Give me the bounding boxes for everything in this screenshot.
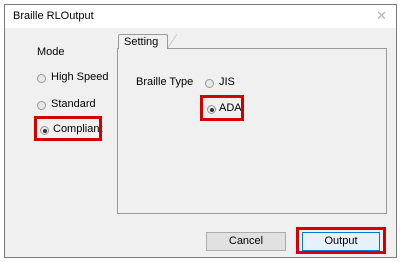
tab-edge — [167, 34, 177, 49]
mode-standard-label[interactable]: Standard — [51, 98, 96, 110]
mode-high-speed-label[interactable]: High Speed — [51, 71, 109, 83]
braille-jis-radio[interactable] — [205, 79, 214, 88]
mode-standard-radio[interactable] — [37, 101, 46, 110]
braille-jis-label[interactable]: JIS — [219, 76, 235, 88]
tab-setting[interactable]: Setting — [118, 34, 168, 49]
braille-type-label: Braille Type — [136, 76, 194, 88]
mode-high-speed-radio[interactable] — [37, 74, 46, 83]
compliant-highlight-box — [34, 116, 102, 141]
close-icon[interactable]: ✕ — [376, 8, 387, 24]
tab-setting-label: Setting — [124, 36, 159, 48]
setting-panel — [117, 48, 387, 214]
ada-highlight-box — [200, 95, 244, 121]
cancel-button[interactable]: Cancel — [206, 232, 286, 251]
window-title: Braille RLOutput — [13, 10, 94, 22]
title-bar: Braille RLOutput ✕ — [5, 5, 396, 28]
mode-label: Mode — [37, 46, 65, 58]
output-highlight-box — [296, 227, 386, 254]
